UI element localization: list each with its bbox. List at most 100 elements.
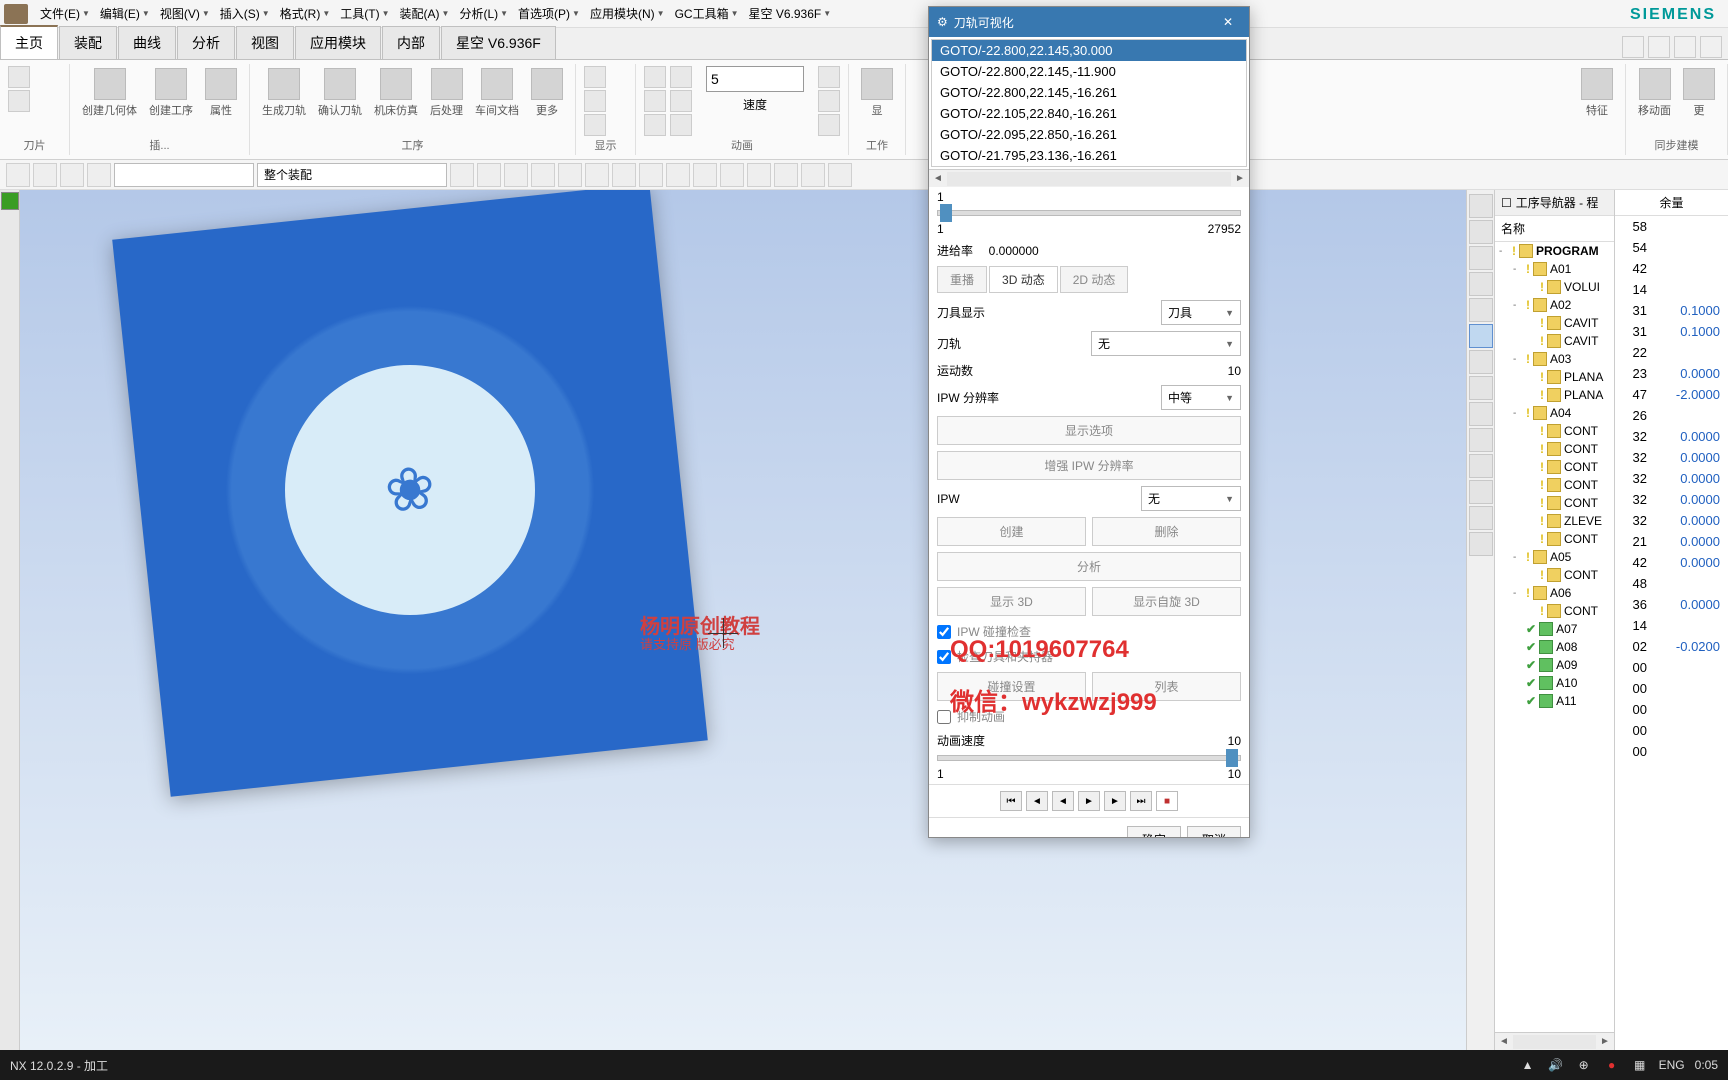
tab-3d-dynamic[interactable]: 3D 动态 xyxy=(989,266,1058,293)
tree-item[interactable]: -!A06 xyxy=(1495,584,1614,602)
play-last-button[interactable]: ⏭ xyxy=(1130,791,1152,811)
tree-item[interactable]: -!A02 xyxy=(1495,296,1614,314)
tree-item[interactable]: -!PROGRAM xyxy=(1495,242,1614,260)
suppress-anim-check[interactable] xyxy=(937,710,951,724)
tab-app-module[interactable]: 应用模块 xyxy=(295,26,381,59)
tree-item[interactable]: ✔A09 xyxy=(1495,656,1614,674)
play-prev-button[interactable]: ◄ xyxy=(1026,791,1048,811)
tree-item[interactable]: ✔A07 xyxy=(1495,620,1614,638)
goto-line-2[interactable]: GOTO/-22.800,22.145,-16.261 xyxy=(932,82,1246,103)
anim-btn-7[interactable] xyxy=(818,66,840,88)
goto-line-3[interactable]: GOTO/-22.105,22.840,-16.261 xyxy=(932,103,1246,124)
properties-button[interactable]: 属性 xyxy=(201,66,241,137)
show-options-button[interactable]: 显示选项 xyxy=(937,416,1241,445)
dialog-titlebar[interactable]: ⚙ 刀轨可视化 ✕ xyxy=(929,7,1249,37)
qat-btn-9[interactable] xyxy=(558,163,582,187)
side-btn-4[interactable] xyxy=(1469,272,1493,296)
qat-btn-16[interactable] xyxy=(747,163,771,187)
anim-btn-4[interactable] xyxy=(670,66,692,88)
create-geometry-button[interactable]: 创建几何体 xyxy=(78,66,141,137)
side-btn-3[interactable] xyxy=(1469,246,1493,270)
generate-toolpath-button[interactable]: 生成刀轨 xyxy=(258,66,310,137)
tray-lang[interactable]: ENG xyxy=(1659,1058,1685,1072)
side-btn-10[interactable] xyxy=(1469,428,1493,452)
anim-btn-1[interactable] xyxy=(644,66,666,88)
show-button[interactable]: 显 xyxy=(857,66,897,137)
tree-item[interactable]: !CONT xyxy=(1495,566,1614,584)
tree-item[interactable]: ✔A10 xyxy=(1495,674,1614,692)
tab-starry[interactable]: 星空 V6.936F xyxy=(441,26,556,59)
qat-btn-13[interactable] xyxy=(666,163,690,187)
anim-btn-9[interactable] xyxy=(818,114,840,136)
qat-layer-icon[interactable] xyxy=(87,163,111,187)
post-process-button[interactable]: 后处理 xyxy=(426,66,467,137)
knife-btn-1[interactable] xyxy=(8,66,30,88)
tree-item[interactable]: ✔A11 xyxy=(1495,692,1614,710)
assembly-combo[interactable] xyxy=(257,163,447,187)
goto-line-1[interactable]: GOTO/-22.800,22.145,-11.900 xyxy=(932,61,1246,82)
tree-item[interactable]: ✔A08 xyxy=(1495,638,1614,656)
side-btn-1[interactable] xyxy=(1469,194,1493,218)
machine-sim-button[interactable]: 机床仿真 xyxy=(370,66,422,137)
tray-record-icon[interactable]: ● xyxy=(1603,1056,1621,1074)
menu-starry[interactable]: 星空 V6.936F▼ xyxy=(745,3,836,24)
qat-btn-14[interactable] xyxy=(693,163,717,187)
toolpath-combo[interactable]: 无▼ xyxy=(1091,331,1241,356)
goto-hscroll[interactable]: ◄► xyxy=(929,169,1249,187)
menu-edit[interactable]: 编辑(E)▼ xyxy=(96,3,154,24)
qat-btn-10[interactable] xyxy=(585,163,609,187)
show-spin-3d-button[interactable]: 显示自旋 3D xyxy=(1092,587,1241,616)
tab-assembly[interactable]: 装配 xyxy=(59,26,117,59)
more-button[interactable]: 更多 xyxy=(527,66,567,137)
show-3d-button[interactable]: 显示 3D xyxy=(937,587,1086,616)
tree-item[interactable]: !CONT xyxy=(1495,476,1614,494)
tree-item[interactable]: !ZLEVE xyxy=(1495,512,1614,530)
goto-line-5[interactable]: GOTO/-21.795,23.136,-16.261 xyxy=(932,145,1246,166)
refresh-icon[interactable] xyxy=(1674,36,1696,58)
tab-internal[interactable]: 内部 xyxy=(382,26,440,59)
nav-hscroll[interactable]: ◄► xyxy=(1495,1032,1614,1050)
qat-btn-18[interactable] xyxy=(801,163,825,187)
play-stop-button[interactable]: ■ xyxy=(1156,791,1178,811)
display-btn-1[interactable] xyxy=(584,66,606,88)
display-btn-3[interactable] xyxy=(584,114,606,136)
qat-select-icon[interactable] xyxy=(33,163,57,187)
tab-view[interactable]: 视图 xyxy=(236,26,294,59)
ok-button[interactable]: 确定 xyxy=(1127,826,1181,837)
ipw-combo[interactable]: 无▼ xyxy=(1141,486,1241,511)
enhance-ipw-button[interactable]: 增强 IPW 分辨率 xyxy=(937,451,1241,480)
search-icon[interactable] xyxy=(1622,36,1644,58)
create-button[interactable]: 创建 xyxy=(937,517,1086,546)
menu-tools[interactable]: 工具(T)▼ xyxy=(336,3,393,24)
side-btn-11[interactable] xyxy=(1469,454,1493,478)
play-next-button[interactable]: ► xyxy=(1104,791,1126,811)
anim-speed-slider[interactable] xyxy=(937,755,1241,761)
goto-line-4[interactable]: GOTO/-22.095,22.850,-16.261 xyxy=(932,124,1246,145)
tree-item[interactable]: !CONT xyxy=(1495,530,1614,548)
left-mini-tab[interactable] xyxy=(1,192,19,210)
anim-btn-5[interactable] xyxy=(670,90,692,112)
qat-combo-1[interactable] xyxy=(114,163,254,187)
menu-assembly[interactable]: 装配(A)▼ xyxy=(396,3,454,24)
tray-time[interactable]: 0:05 xyxy=(1695,1058,1718,1072)
menu-insert[interactable]: 插入(S)▼ xyxy=(216,3,274,24)
cancel-button[interactable]: 取消 xyxy=(1187,826,1241,837)
play-back-button[interactable]: ◄ xyxy=(1052,791,1074,811)
ipw-res-combo[interactable]: 中等▼ xyxy=(1161,385,1241,410)
tray-volume-icon[interactable]: 🔊 xyxy=(1547,1056,1565,1074)
tree-item[interactable]: !CAVIT xyxy=(1495,314,1614,332)
ipw-collision-check[interactable] xyxy=(937,625,951,639)
tab-2d-dynamic[interactable]: 2D 动态 xyxy=(1060,266,1129,293)
menu-view[interactable]: 视图(V)▼ xyxy=(156,3,214,24)
tray-up-icon[interactable]: ▲ xyxy=(1519,1056,1537,1074)
anim-btn-6[interactable] xyxy=(670,114,692,136)
qat-btn-7[interactable] xyxy=(504,163,528,187)
tab-curve[interactable]: 曲线 xyxy=(118,26,176,59)
goto-listbox[interactable]: GOTO/-22.800,22.145,30.000 GOTO/-22.800,… xyxy=(931,39,1247,167)
tree-item[interactable]: !CONT xyxy=(1495,494,1614,512)
help-icon[interactable] xyxy=(1700,36,1722,58)
shop-doc-button[interactable]: 车间文档 xyxy=(471,66,523,137)
tree-item[interactable]: !VOLUI xyxy=(1495,278,1614,296)
qat-btn-19[interactable] xyxy=(828,163,852,187)
tool-display-combo[interactable]: 刀具▼ xyxy=(1161,300,1241,325)
